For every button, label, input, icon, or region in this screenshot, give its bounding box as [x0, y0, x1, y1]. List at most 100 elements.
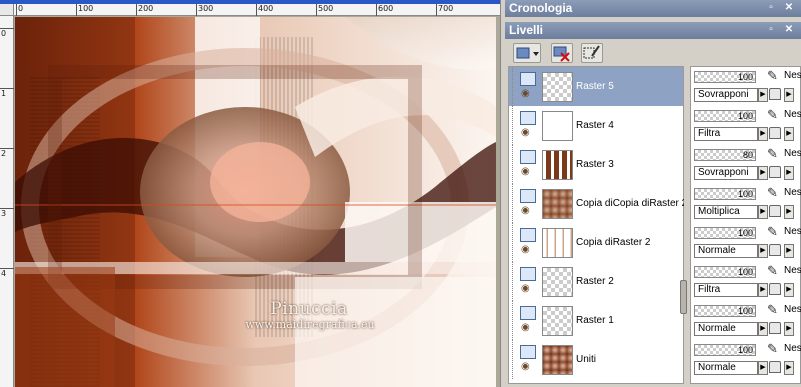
lock-icon[interactable]: [769, 127, 781, 139]
canvas-image[interactable]: Pinuccia www.maidiregrafica.eu: [15, 17, 496, 387]
eye-icon[interactable]: ◉: [521, 89, 535, 99]
layer-thumbnail: [542, 150, 573, 180]
opacity-slider[interactable]: 100: [694, 188, 756, 200]
layer-type-icon: [520, 150, 536, 164]
brush-icon[interactable]: ✎: [767, 225, 781, 239]
lock-icon[interactable]: [769, 244, 781, 256]
pin-icon[interactable]: ▫: [765, 2, 777, 14]
opacity-slider[interactable]: 100: [694, 110, 756, 122]
brush-icon[interactable]: ✎: [767, 342, 781, 356]
nest-label: Nes: [784, 343, 801, 354]
chevron-right-icon[interactable]: ▶: [784, 244, 794, 258]
layer-row[interactable]: ◉ Raster 3: [509, 145, 683, 184]
brush-icon[interactable]: ✎: [767, 147, 781, 161]
layer-thumbnail: [542, 72, 573, 102]
blend-mode-select[interactable]: Normale: [694, 322, 758, 336]
new-layer-icon[interactable]: [513, 43, 541, 63]
chevron-right-icon[interactable]: ▶: [784, 361, 794, 375]
chevron-right-icon[interactable]: ▶: [784, 166, 794, 180]
lock-icon[interactable]: [769, 283, 781, 295]
lock-icon[interactable]: [769, 166, 781, 178]
horizontal-ruler: 0 100 200 300 400 500 600 700: [14, 4, 500, 16]
layer-row[interactable]: ◉ Raster 5: [509, 67, 683, 106]
lock-icon[interactable]: [769, 205, 781, 217]
blend-mode-select[interactable]: Sovrapponi: [694, 88, 758, 102]
ruler-label: 500: [318, 4, 334, 13]
blend-mode-select[interactable]: Sovrapponi: [694, 166, 758, 180]
eye-icon[interactable]: ◉: [521, 323, 535, 333]
blend-mode-select[interactable]: Filtra: [694, 127, 758, 141]
ruler-label: 0: [18, 4, 24, 13]
eye-icon[interactable]: ◉: [521, 128, 535, 138]
delete-layer-icon[interactable]: [551, 43, 573, 63]
layer-name: Raster 4: [576, 120, 614, 131]
chevron-right-icon[interactable]: ▶: [758, 205, 768, 219]
opacity-slider[interactable]: 100: [694, 305, 756, 317]
layer-type-icon: [520, 345, 536, 359]
layer-properties-row: 100 ✎ Nes Filtra ▶ ▶: [691, 262, 801, 301]
layer-row[interactable]: ◉ Uniti: [509, 340, 683, 379]
app-window: 0 100 200 300 400 500 600 700 01234 Pinu…: [0, 0, 801, 387]
eye-icon[interactable]: ◉: [521, 167, 535, 177]
tree-line: [512, 184, 513, 223]
nest-label: Nes: [784, 187, 801, 198]
splitter-handle[interactable]: [680, 280, 687, 314]
lock-icon[interactable]: [769, 88, 781, 100]
chevron-right-icon[interactable]: ▶: [758, 283, 768, 297]
brush-icon[interactable]: ✎: [767, 69, 781, 83]
layer-name: Copia diCopia diRaster 2: [576, 198, 688, 209]
layer-thumbnail: [542, 228, 573, 258]
chevron-right-icon[interactable]: ▶: [758, 88, 768, 102]
blend-mode-select[interactable]: Normale: [694, 244, 758, 258]
layer-row[interactable]: ◉ Copia diCopia diRaster 2: [509, 184, 687, 223]
nest-label: Nes: [784, 148, 801, 159]
chevron-right-icon[interactable]: ▶: [758, 166, 768, 180]
brush-icon[interactable]: ✎: [767, 303, 781, 317]
opacity-slider[interactable]: 80: [694, 149, 756, 161]
chevron-right-icon[interactable]: ▶: [758, 127, 768, 141]
nest-label: Nes: [784, 226, 801, 237]
ruler-tick: [376, 4, 377, 16]
chevron-right-icon[interactable]: ▶: [784, 205, 794, 219]
layer-row[interactable]: ◉ Raster 2: [509, 262, 683, 301]
chevron-right-icon[interactable]: ▶: [784, 322, 794, 336]
lock-icon[interactable]: [769, 361, 781, 373]
chevron-right-icon[interactable]: ▶: [784, 283, 794, 297]
opacity-slider[interactable]: 100: [694, 266, 756, 278]
eye-icon[interactable]: ◉: [521, 284, 535, 294]
layer-name: Raster 2: [576, 276, 614, 287]
chevron-right-icon[interactable]: ▶: [758, 244, 768, 258]
brush-icon[interactable]: ✎: [767, 264, 781, 278]
layer-row[interactable]: ◉ Raster 4: [509, 106, 683, 145]
layer-row[interactable]: ◉ Copia diRaster 2: [509, 223, 683, 262]
brush-icon[interactable]: ✎: [767, 186, 781, 200]
cronologia-panel-title[interactable]: Cronologia ▫ ✕: [505, 0, 801, 17]
chevron-right-icon[interactable]: ▶: [784, 88, 794, 102]
livelli-panel-title[interactable]: Livelli ▫ ✕: [505, 22, 801, 39]
opacity-slider[interactable]: 100: [694, 227, 756, 239]
close-icon[interactable]: ✕: [783, 24, 795, 36]
edit-mask-icon[interactable]: [581, 43, 603, 63]
eye-icon[interactable]: ◉: [521, 362, 535, 372]
chevron-right-icon[interactable]: ▶: [758, 322, 768, 336]
opacity-slider[interactable]: 100: [694, 344, 756, 356]
blend-mode-select[interactable]: Moltiplica: [694, 205, 758, 219]
opacity-slider[interactable]: 100: [694, 71, 756, 83]
brush-icon[interactable]: ✎: [767, 108, 781, 122]
close-icon[interactable]: ✕: [783, 2, 795, 14]
ruler-label: 300: [198, 4, 214, 13]
ruler-tick: [436, 4, 437, 16]
blend-mode-select[interactable]: Filtra: [694, 283, 758, 297]
chevron-right-icon[interactable]: ▶: [784, 127, 794, 141]
blend-mode-select[interactable]: Normale: [694, 361, 758, 375]
artwork: [15, 17, 496, 387]
pin-icon[interactable]: ▫: [765, 24, 777, 36]
layer-type-icon: [520, 111, 536, 125]
layer-properties: 100 ✎ Nes Sovrapponi ▶ ▶ 100 ✎ Nes Filtra ▶ ▶ 80 ✎ Nes…: [690, 66, 801, 384]
ruler-tick: [316, 4, 317, 16]
eye-icon[interactable]: ◉: [521, 245, 535, 255]
layer-row[interactable]: ◉ Raster 1: [509, 301, 683, 340]
eye-icon[interactable]: ◉: [521, 206, 535, 216]
chevron-right-icon[interactable]: ▶: [758, 361, 768, 375]
lock-icon[interactable]: [769, 322, 781, 334]
